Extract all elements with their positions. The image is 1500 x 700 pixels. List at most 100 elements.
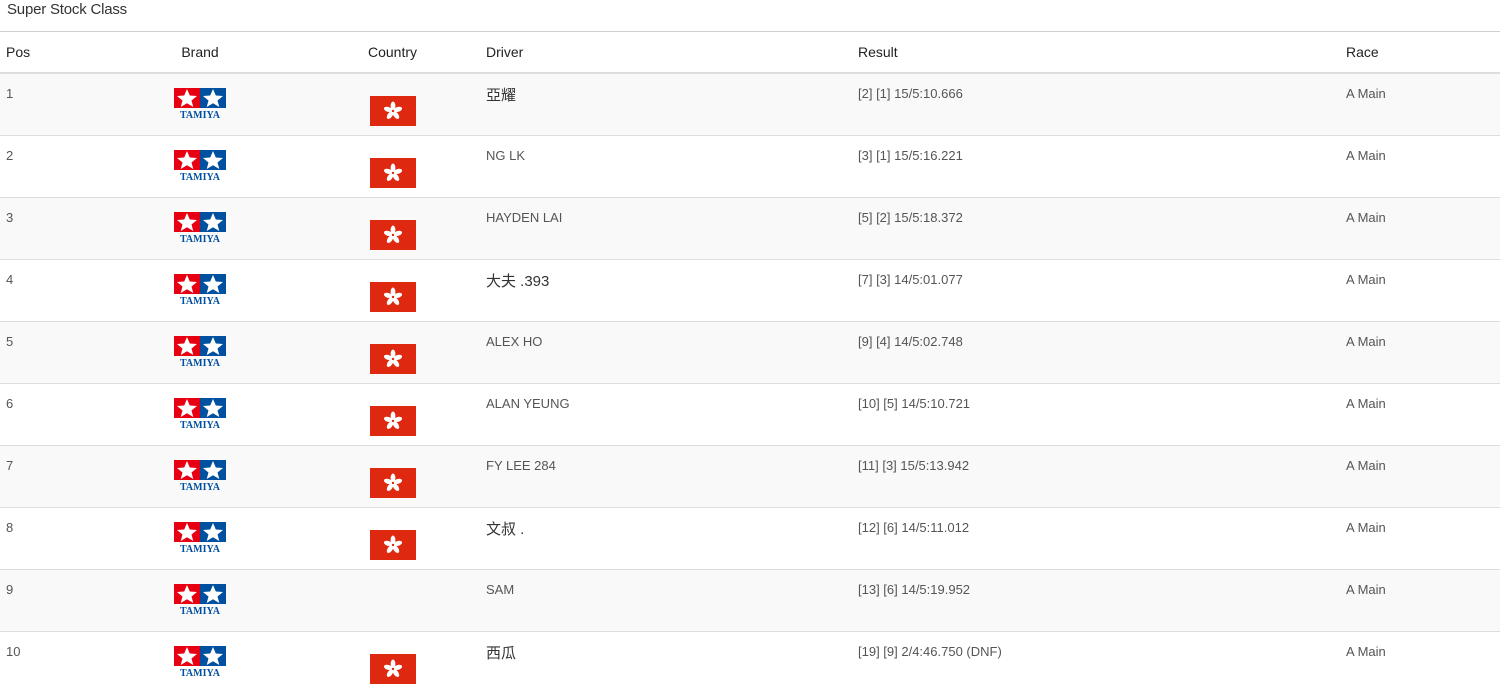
tamiya-logo-text: TAMIYA — [180, 544, 221, 554]
cell-country — [305, 196, 480, 259]
column-header-result: Result — [852, 31, 1340, 74]
pos-value: 3 — [6, 209, 14, 225]
table-row: 2 TAMIYA NG LK [3] [1] 15/5:16.221 A Main — [0, 134, 1500, 197]
race-value: A Main — [1346, 271, 1386, 287]
pos-value: 7 — [6, 457, 14, 473]
hong-kong-flag-icon — [369, 529, 416, 560]
hong-kong-flag-icon — [369, 281, 416, 312]
pos-value: 1 — [6, 86, 14, 101]
result-value: [19] [9] 2/4:46.750 (DNF) — [858, 643, 1002, 659]
column-header-pos: Pos — [0, 31, 95, 74]
cell-driver: 大夫 .393 — [480, 258, 852, 321]
driver-name: SAM — [486, 581, 515, 597]
driver-name: 西瓜 — [486, 644, 517, 662]
table-row: 6 TAMIYA ALAN YEUNG [10] [5] 14/5:10.721 A M… — [0, 382, 1500, 445]
results-body: 1 TAMIYA 亞耀 [2] [1] 15/5:10.666 A Main 2 TAMIY… — [0, 72, 1500, 693]
column-header-race: Race — [1340, 31, 1500, 74]
hong-kong-flag-icon — [369, 405, 416, 436]
cell-result: [13] [6] 14/5:19.952 — [852, 568, 1340, 631]
cell-driver: 文叔 . — [480, 506, 852, 569]
pos-value: 8 — [6, 519, 14, 535]
table-row: 8 TAMIYA 文叔 . [12] [6] 14/5:11.012 A Main — [0, 506, 1500, 569]
result-value: [10] [5] 14/5:10.721 — [858, 395, 971, 411]
result-value: [9] [4] 14/5:02.748 — [858, 333, 963, 349]
tamiya-logo-text: TAMIYA — [180, 172, 221, 182]
tamiya-logo-icon: TAMIYA — [174, 645, 226, 678]
cell-race: A Main — [1340, 382, 1500, 445]
cell-brand: TAMIYA — [95, 506, 305, 569]
tamiya-logo-icon: TAMIYA — [174, 273, 226, 306]
cell-brand: TAMIYA — [95, 320, 305, 383]
hong-kong-flag-icon — [369, 219, 416, 250]
cell-result: [9] [4] 14/5:02.748 — [852, 320, 1340, 383]
tamiya-logo-text: TAMIYA — [180, 482, 221, 492]
race-value: A Main — [1346, 86, 1386, 101]
driver-name: ALEX HO — [486, 333, 543, 349]
cell-race: A Main — [1340, 506, 1500, 569]
cell-race: A Main — [1340, 630, 1500, 693]
cell-pos: 9 — [0, 568, 95, 631]
table-row: 1 TAMIYA 亞耀 [2] [1] 15/5:10.666 A Main — [0, 72, 1500, 135]
result-value: [13] [6] 14/5:19.952 — [858, 581, 971, 597]
table-row: 9 TAMIYA SAM [13] [6] 14/5:19.952 A Main — [0, 568, 1500, 631]
tamiya-logo-text: TAMIYA — [180, 296, 221, 306]
cell-driver: 西瓜 — [480, 630, 852, 693]
cell-result: [12] [6] 14/5:11.012 — [852, 506, 1340, 569]
driver-name: 大夫 .393 — [486, 272, 550, 290]
cell-race: A Main — [1340, 72, 1500, 135]
tamiya-logo-icon: TAMIYA — [174, 583, 226, 616]
cell-country — [305, 258, 480, 321]
cell-result: [5] [2] 15/5:18.372 — [852, 196, 1340, 259]
cell-result: [7] [3] 14/5:01.077 — [852, 258, 1340, 321]
tamiya-logo-icon: TAMIYA — [174, 521, 226, 554]
cell-pos: 6 — [0, 382, 95, 445]
cell-brand: TAMIYA — [95, 630, 305, 693]
driver-name: HAYDEN LAI — [486, 209, 563, 225]
cell-pos: 3 — [0, 196, 95, 259]
cell-country — [305, 444, 480, 507]
driver-name: FY LEE 284 — [486, 457, 556, 473]
hong-kong-flag-icon — [369, 653, 416, 684]
tamiya-logo-icon: TAMIYA — [174, 459, 226, 492]
tamiya-logo-text: TAMIYA — [180, 606, 221, 616]
race-value: A Main — [1346, 147, 1386, 163]
hong-kong-flag-icon — [369, 467, 416, 498]
cell-race: A Main — [1340, 134, 1500, 197]
race-value: A Main — [1346, 643, 1386, 659]
tamiya-logo-text: TAMIYA — [180, 234, 221, 244]
tamiya-logo-text: TAMIYA — [180, 668, 221, 678]
cell-result: [3] [1] 15/5:16.221 — [852, 134, 1340, 197]
race-value: A Main — [1346, 581, 1386, 597]
pos-value: 9 — [6, 581, 14, 597]
race-value: A Main — [1346, 519, 1386, 535]
cell-pos: 7 — [0, 444, 95, 507]
cell-result: [10] [5] 14/5:10.721 — [852, 382, 1340, 445]
hong-kong-flag-icon — [369, 343, 416, 374]
result-value: [2] [1] 15/5:10.666 — [858, 86, 963, 101]
cell-brand: TAMIYA — [95, 134, 305, 197]
driver-name: 文叔 . — [486, 520, 525, 538]
cell-pos: 8 — [0, 506, 95, 569]
table-row: 3 TAMIYA HAYDEN LAI [5] [2] 15/5:18.372 A Ma… — [0, 196, 1500, 259]
tamiya-logo-icon: TAMIYA — [174, 397, 226, 430]
driver-name: 亞耀 — [486, 87, 517, 104]
cell-result: [2] [1] 15/5:10.666 — [852, 72, 1340, 135]
table-header-row: Pos Brand Country Driver Result Race — [0, 31, 1500, 74]
race-value: A Main — [1346, 209, 1386, 225]
cell-pos: 1 — [0, 72, 95, 135]
cell-result: [11] [3] 15/5:13.942 — [852, 444, 1340, 507]
cell-country — [305, 630, 480, 693]
tamiya-logo-icon: TAMIYA — [174, 335, 226, 368]
table-row: 10 TAMIYA 西瓜 [19] [9] 2/4:46.750 (DNF) A Mai… — [0, 630, 1500, 693]
tamiya-logo-text: TAMIYA — [180, 358, 221, 368]
class-title: Super Stock Class — [7, 1, 127, 18]
cell-pos: 4 — [0, 258, 95, 321]
cell-country — [305, 320, 480, 383]
tamiya-logo-icon: TAMIYA — [174, 149, 226, 182]
cell-pos: 2 — [0, 134, 95, 197]
cell-race: A Main — [1340, 320, 1500, 383]
cell-country — [305, 134, 480, 197]
cell-brand: TAMIYA — [95, 568, 305, 631]
result-value: [3] [1] 15/5:16.221 — [858, 147, 963, 163]
cell-race: A Main — [1340, 444, 1500, 507]
